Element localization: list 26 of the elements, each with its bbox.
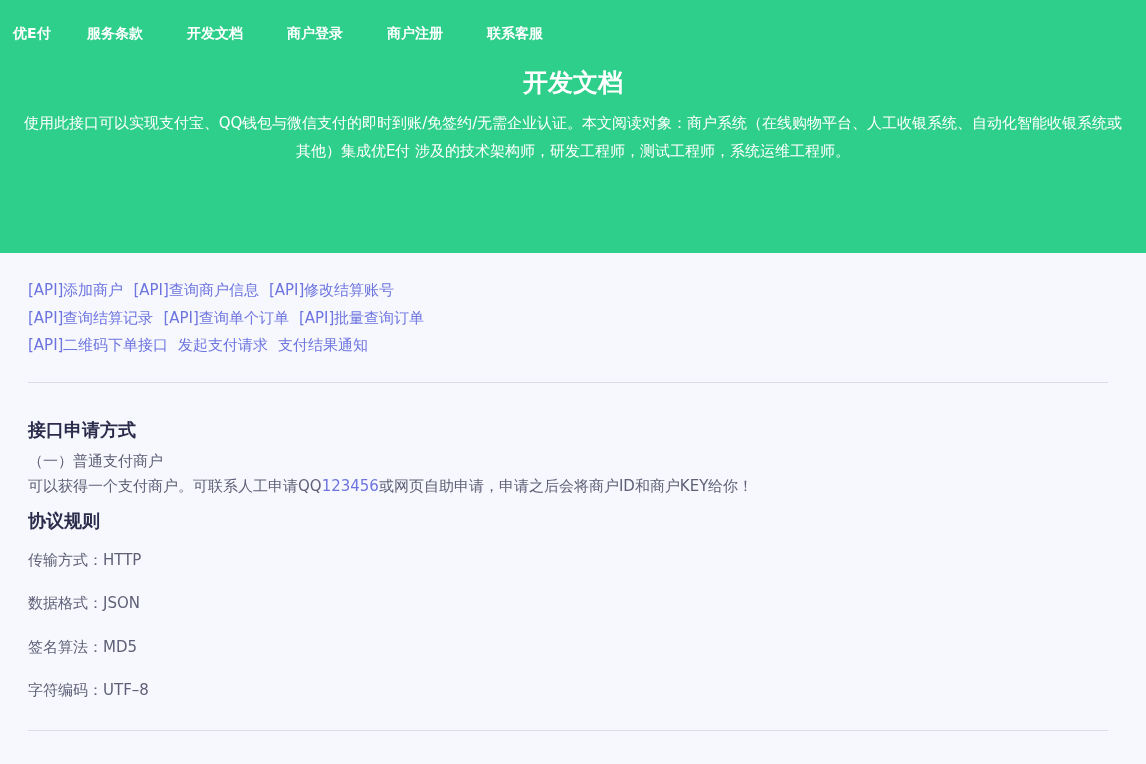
doc-link[interactable]: [API]添加商户 [28,277,124,305]
doc-link[interactable]: [API]查询单个订单 [163,304,289,332]
rule-text: 字符编码：UTF–8 [28,680,150,701]
apply-paragraph: 可以获得一个支付商户。可联系人工申请QQ123456或网页自助申请，申请之后会将商户ID和商户KEY给你！ [28,475,755,497]
doc-link[interactable]: [API]批量查询订单 [298,304,425,332]
rule-text: 数据格式：JSON [28,593,141,614]
nav-link[interactable]: 商户注册 [386,25,443,43]
nav-link[interactable]: 开发文档 [186,25,243,43]
subheading: （一）普通支付商户 [28,450,164,472]
doc-link[interactable]: [API]查询商户信息 [133,277,259,305]
page-description: 使用此接口可以实现支付宝、QQ钱包与微信支付的即时到账/免签约/无需企业认证。本文阅读对象：商户系统（在线购物平台、人工收银系统、自动化智能收银系统或其他）集成优E付 涉及的技术架构师，研发工程师，测试工程师，系统运维工程师。 [22,113,1124,162]
nav-link[interactable]: 商户登录 [286,25,343,43]
section-heading: 协议规则 [28,508,101,533]
doc-link[interactable]: [API]修改结算账号 [268,277,395,305]
qq-link[interactable]: 123456 [321,476,379,495]
page-title: 开发文档 [522,68,624,98]
section-heading: 接口申请方式 [28,417,137,442]
brand-link[interactable]: 优E付 [13,25,51,43]
rule-text: 传输方式：HTTP [28,549,143,571]
nav-link[interactable]: 联系客服 [486,25,543,43]
doc-link[interactable]: [API]查询结算记录 [28,304,154,332]
doc-link[interactable]: 发起支付请求 [178,332,269,360]
doc-link[interactable]: 支付结果通知 [278,332,369,360]
rule-text: 签名算法：MD5 [28,636,139,658]
doc-link[interactable]: [API]二维码下单接口 [28,332,169,360]
nav-link[interactable]: 服务条款 [86,25,143,43]
